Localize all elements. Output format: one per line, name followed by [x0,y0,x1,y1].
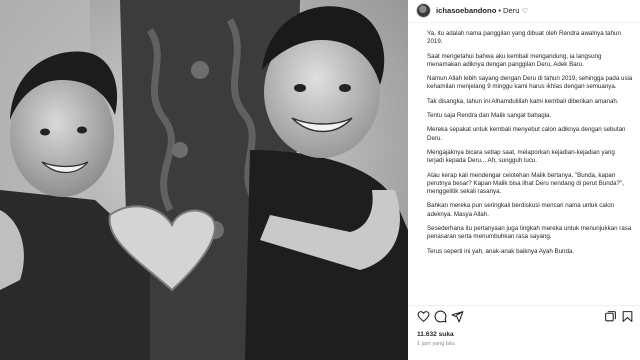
post-photo[interactable] [0,0,408,360]
like-count[interactable]: 11.632 suka [417,331,454,338]
caption-paragraph: Atau kerap kali mendengar celotehan Mali… [427,171,624,196]
post-header: ichasoebandono • Deru ♡ [408,0,640,22]
caption-paragraph: Namun Allah lebih sayang dengan Deru di … [427,75,633,91]
comment-icon[interactable] [434,310,448,324]
heart-emoji-icon: ♡ [521,8,528,15]
caption-paragraph: Tentu saja Rendra dan Malik sangat bahag… [427,112,552,120]
share-icon[interactable] [451,310,465,324]
header-divider [408,22,640,23]
separator: • [498,6,502,15]
caption-paragraph: Ya, itu adalah nama panggilan yang dibua… [427,30,621,46]
instagram-post: ichasoebandono • Deru ♡ Ya, itu adalah nam… [0,0,640,360]
caption-paragraph: Mereka sepakat untuk kembali menyebut ca… [427,126,626,142]
avatar[interactable] [417,4,430,17]
photo-illustration [0,0,408,360]
bookmark-icon[interactable] [621,310,635,324]
caption-paragraph: Sesederhana itu pertanyaan juga tingkah … [427,225,632,241]
post-caption: Ya, itu adalah nama panggilan yang dibua… [427,30,633,298]
post-timestamp[interactable]: 1 jam yang lalu [417,341,455,347]
actions-divider [408,305,640,306]
caption-paragraph: Terus seperti ini yah, anak-anak baiknya… [427,247,575,255]
carousel-icon [604,310,618,324]
username-link[interactable]: ichasoebandono [436,6,496,15]
header-subtitle: Deru [503,6,520,15]
caption-paragraph: Bahkan mereka pun seringkali berdiskusi … [427,202,615,218]
caption-paragraph: Tak disangka, tahun ini Alhamdulillah ka… [427,97,619,105]
caption-paragraph: Saat mengetahui bahwa aku kembali mengan… [427,52,602,68]
post-username-line: ichasoebandono • Deru ♡ [436,6,528,15]
post-side-panel: ichasoebandono • Deru ♡ Ya, itu adalah nam… [408,0,640,360]
caption-paragraph: Mengajaknya bicara setiap saat, melapork… [427,148,615,165]
heart-icon[interactable] [417,310,431,324]
post-actions [408,310,640,326]
